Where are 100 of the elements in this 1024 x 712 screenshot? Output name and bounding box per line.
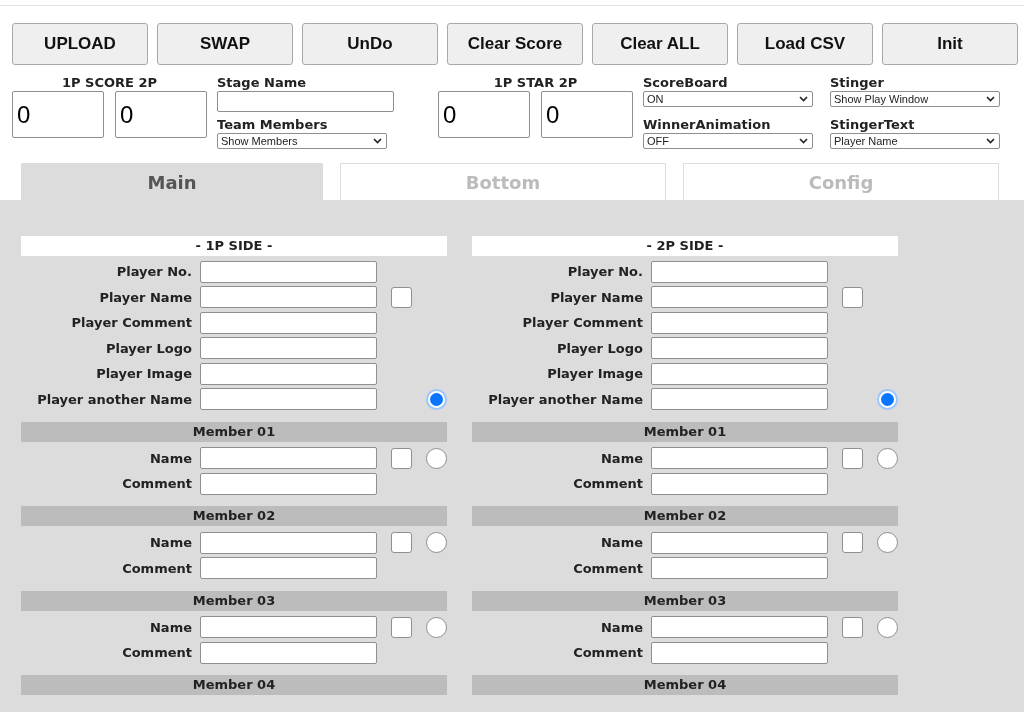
text-field[interactable] xyxy=(651,362,828,385)
checkbox[interactable] xyxy=(842,532,863,553)
chevron-down-icon xyxy=(373,138,382,145)
checkbox[interactable] xyxy=(842,286,863,308)
score-label: 1P SCORE 2P xyxy=(60,75,158,91)
field-label: Name xyxy=(600,619,643,635)
chevron-down-icon xyxy=(986,96,995,102)
radio-button[interactable] xyxy=(877,616,898,638)
text-field[interactable] xyxy=(200,311,377,334)
dropdown[interactable]: ON xyxy=(643,91,813,107)
checkbox[interactable] xyxy=(391,532,412,553)
checkbox[interactable] xyxy=(391,286,412,308)
toolbar-button[interactable]: Init xyxy=(882,23,1018,65)
field-label: ScoreBoard xyxy=(643,75,729,91)
dropdown[interactable]: Show Play Window xyxy=(830,91,1000,107)
side-header: - 1P SIDE - xyxy=(21,236,447,256)
radio-button[interactable] xyxy=(877,447,898,469)
text-field[interactable] xyxy=(651,286,828,308)
field-label: Name xyxy=(600,535,643,550)
field-label: Stage Name xyxy=(217,75,307,91)
toolbar-button[interactable]: UPLOAD xyxy=(12,23,148,65)
field-label: Comment xyxy=(572,476,643,491)
field-label: Stinger xyxy=(830,75,885,91)
tab[interactable]: Main xyxy=(21,163,323,200)
field-label: Player No. xyxy=(115,264,192,279)
toolbar-button[interactable]: UnDo xyxy=(302,23,438,65)
checkbox[interactable] xyxy=(391,616,412,638)
chevron-down-icon xyxy=(799,96,808,102)
member-header: Member 01 xyxy=(472,421,898,442)
dropdown[interactable]: OFF xyxy=(643,133,813,149)
star-field[interactable]: 0 xyxy=(541,91,633,138)
radio-button[interactable] xyxy=(426,447,447,469)
field-label: Team Members xyxy=(217,117,329,134)
text-field[interactable] xyxy=(200,447,377,469)
field-label: StingerText xyxy=(830,117,916,133)
toolbar-button[interactable]: SWAP xyxy=(157,23,293,65)
text-field[interactable] xyxy=(200,286,377,308)
text-field[interactable] xyxy=(200,557,377,579)
field-label: Player Comment xyxy=(70,315,192,330)
field-label: Name xyxy=(600,450,643,466)
text-field[interactable] xyxy=(651,447,828,469)
field-label: Player Logo xyxy=(555,340,643,356)
dropdown[interactable]: Show Members xyxy=(217,133,387,149)
text-field[interactable] xyxy=(200,641,377,664)
field-label: Comment xyxy=(121,560,192,576)
field-label: Player Logo xyxy=(104,340,192,356)
dropdown[interactable]: Player Name xyxy=(830,133,1000,149)
member-header: Member 04 xyxy=(472,675,898,695)
star-label: 1P STAR 2P xyxy=(492,75,579,91)
radio-button[interactable] xyxy=(426,616,447,638)
field-label: Player another Name xyxy=(36,391,192,407)
score-field[interactable]: 0 xyxy=(12,91,104,138)
member-header: Member 04 xyxy=(21,675,447,695)
radio-button[interactable] xyxy=(426,532,447,553)
field-label: Comment xyxy=(121,476,192,491)
text-field[interactable] xyxy=(651,616,828,638)
field-label: Name xyxy=(149,450,192,466)
radio-button[interactable] xyxy=(426,388,447,410)
chevron-down-icon xyxy=(799,138,808,144)
toolbar-button[interactable]: Load CSV xyxy=(737,23,873,65)
toolbar-button[interactable]: Clear Score xyxy=(447,23,583,65)
side-header: - 2P SIDE - xyxy=(472,236,898,256)
star-field[interactable]: 0 xyxy=(438,91,530,138)
text-field[interactable] xyxy=(200,472,377,495)
text-field[interactable] xyxy=(200,531,377,554)
field-label: Name xyxy=(149,535,192,550)
text-field[interactable] xyxy=(651,260,828,283)
chevron-down-icon xyxy=(986,138,995,144)
checkbox[interactable] xyxy=(842,616,863,638)
radio-button[interactable] xyxy=(877,388,898,410)
text-field[interactable] xyxy=(200,260,377,283)
text-field[interactable] xyxy=(200,616,377,638)
text-field[interactable] xyxy=(651,311,828,334)
text-field[interactable] xyxy=(651,388,828,410)
toolbar-button[interactable]: Clear ALL xyxy=(592,23,728,65)
field-label: Player Comment xyxy=(521,315,643,330)
field-label: Player another Name xyxy=(487,391,643,407)
stage-name-field[interactable] xyxy=(217,91,394,113)
checkbox[interactable] xyxy=(391,447,412,469)
field-label: Player Name xyxy=(549,289,643,305)
member-header: Member 01 xyxy=(21,421,447,442)
checkbox[interactable] xyxy=(842,447,863,469)
text-field[interactable] xyxy=(651,337,828,359)
field-label: Player Image xyxy=(546,366,643,381)
field-label: Comment xyxy=(121,645,192,660)
member-header: Member 02 xyxy=(472,506,898,526)
field-label: Comment xyxy=(572,560,643,576)
text-field[interactable] xyxy=(651,557,828,579)
field-label: Player Name xyxy=(98,289,192,305)
member-header: Member 03 xyxy=(21,590,447,611)
field-label: Player Image xyxy=(95,366,192,381)
field-label: WinnerAnimation xyxy=(643,117,772,133)
radio-button[interactable] xyxy=(877,532,898,553)
text-field[interactable] xyxy=(651,531,828,554)
text-field[interactable] xyxy=(651,641,828,664)
text-field[interactable] xyxy=(200,337,377,359)
text-field[interactable] xyxy=(200,388,377,410)
text-field[interactable] xyxy=(651,472,828,495)
text-field[interactable] xyxy=(200,362,377,385)
score-field[interactable]: 0 xyxy=(115,91,207,138)
